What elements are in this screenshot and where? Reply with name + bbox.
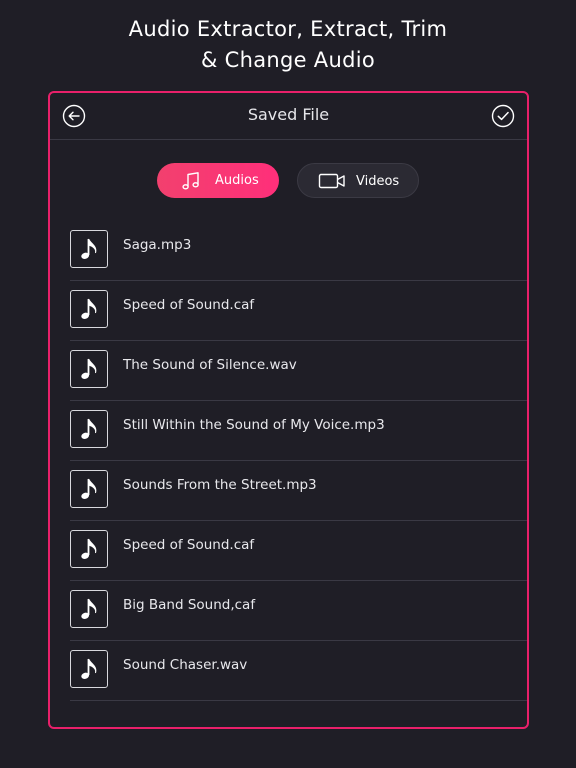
audio-file-icon bbox=[70, 410, 108, 448]
app-screen: Audio Extractor, Extract, Trim & Change … bbox=[0, 0, 576, 768]
music-note-icon bbox=[81, 238, 97, 259]
music-note-icon bbox=[182, 172, 199, 190]
file-name: Speed of Sound.caf bbox=[123, 297, 255, 313]
music-note-icon bbox=[81, 598, 97, 619]
file-row[interactable]: Big Band Sound,caf bbox=[70, 581, 527, 641]
music-note-icon bbox=[81, 298, 97, 319]
file-name: Saga.mp3 bbox=[123, 237, 192, 253]
music-note-icon bbox=[81, 418, 97, 439]
file-name: Sounds From the Street.mp3 bbox=[123, 477, 317, 493]
media-type-tabs: Audios Videos bbox=[50, 163, 527, 199]
music-note-icon bbox=[81, 478, 97, 499]
checkmark-circle-icon bbox=[491, 104, 515, 128]
headline-line-2: & Change Audio bbox=[200, 48, 375, 72]
music-note-icon bbox=[81, 358, 97, 379]
file-row[interactable]: Speed of Sound.caf bbox=[70, 521, 527, 581]
audio-file-icon bbox=[70, 650, 108, 688]
tab-audios-label: Audios bbox=[215, 173, 259, 188]
tab-videos-label: Videos bbox=[356, 174, 400, 189]
file-row[interactable]: Saga.mp3 bbox=[70, 221, 527, 281]
file-name: Speed of Sound.caf bbox=[123, 537, 255, 553]
file-row[interactable]: Sounds From the Street.mp3 bbox=[70, 461, 527, 521]
tab-videos[interactable]: Videos bbox=[297, 163, 419, 198]
audio-file-icon bbox=[70, 470, 108, 508]
music-note-icon bbox=[81, 538, 97, 559]
file-row[interactable]: Still Within the Sound of My Voice.mp3 bbox=[70, 401, 527, 461]
music-note-icon bbox=[81, 658, 97, 679]
file-row[interactable]: Sound Chaser.wav bbox=[70, 641, 527, 701]
video-camera-icon bbox=[318, 173, 345, 189]
file-name: Sound Chaser.wav bbox=[123, 657, 248, 673]
back-arrow-circle-icon bbox=[62, 104, 86, 128]
file-name: The Sound of Silence.wav bbox=[123, 357, 297, 373]
promo-headline: Audio Extractor, Extract, Trim & Change … bbox=[0, 14, 576, 76]
panel-header: Saved File bbox=[50, 93, 527, 140]
file-name: Still Within the Sound of My Voice.mp3 bbox=[123, 417, 385, 433]
audio-file-list: Saga.mp3 Speed of Sound.caf The Sound of… bbox=[70, 221, 527, 701]
audio-file-icon bbox=[70, 290, 108, 328]
audio-file-icon bbox=[70, 590, 108, 628]
file-row[interactable]: The Sound of Silence.wav bbox=[70, 341, 527, 401]
done-button[interactable] bbox=[491, 104, 515, 128]
file-name: Big Band Sound,caf bbox=[123, 597, 256, 613]
tab-audios[interactable]: Audios bbox=[157, 163, 279, 198]
back-button[interactable] bbox=[62, 104, 86, 128]
audio-file-icon bbox=[70, 230, 108, 268]
file-row[interactable]: Speed of Sound.caf bbox=[70, 281, 527, 341]
audio-file-icon bbox=[70, 350, 108, 388]
audio-file-icon bbox=[70, 530, 108, 568]
saved-file-panel: Saved File Audios Videos Saga.mp3 Speed … bbox=[48, 91, 529, 729]
panel-title: Saved File bbox=[247, 105, 330, 124]
headline-line-1: Audio Extractor, Extract, Trim bbox=[128, 17, 448, 41]
